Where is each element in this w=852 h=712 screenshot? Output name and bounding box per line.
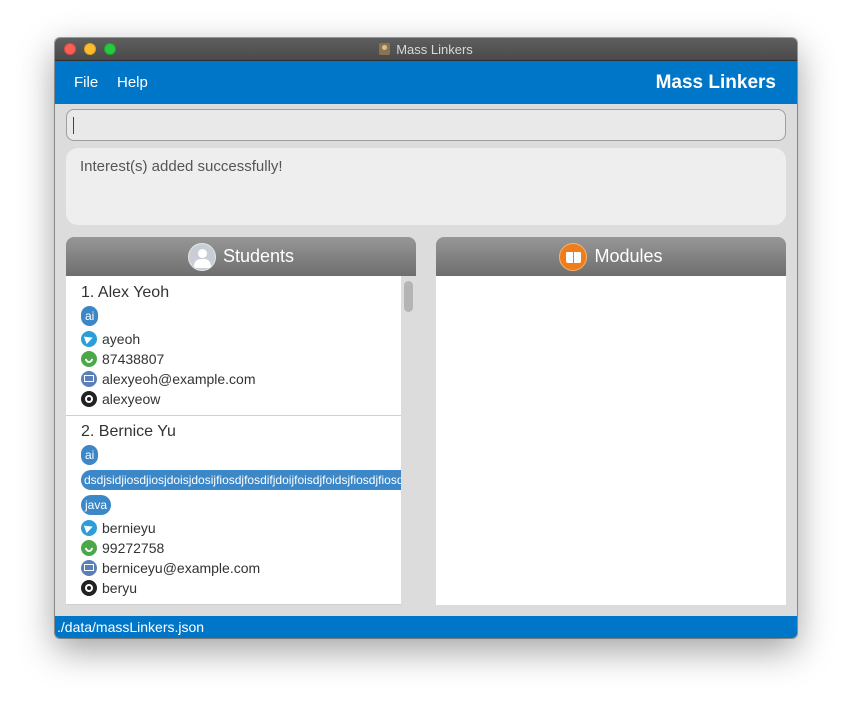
app-icon	[379, 43, 391, 55]
phone-icon	[81, 351, 97, 367]
github-username: alexyeow	[102, 391, 161, 407]
students-panel-title: Students	[222, 246, 295, 266]
result-display: Interest(s) added successfully!	[66, 148, 786, 225]
data-file-path: ./data/massLinkers.json	[57, 619, 205, 635]
modules-panel-title: Modules	[594, 246, 663, 266]
phone-row: 87438807	[81, 351, 164, 367]
title-bar: Mass Linkers	[55, 38, 797, 61]
students-panel-header: Students	[66, 237, 416, 276]
github-row: alexyeow	[81, 391, 160, 407]
text-caret	[73, 117, 74, 134]
email-address: alexyeoh@example.com	[102, 371, 256, 387]
phone-icon	[81, 540, 97, 556]
interest-tag: java	[81, 495, 112, 515]
telegram-icon	[81, 520, 97, 536]
github-icon	[81, 391, 97, 407]
scrollbar-thumb[interactable]	[404, 281, 413, 312]
telegram-row: ayeoh	[81, 331, 140, 347]
module-list[interactable]	[436, 276, 786, 605]
result-message: Interest(s) added successfully!	[80, 158, 283, 175]
github-icon	[81, 580, 97, 596]
command-input[interactable]	[66, 109, 786, 141]
student-list[interactable]: 1. Alex Yeoh ai ayeoh 87438807 alexyeoh@…	[66, 276, 416, 605]
student-name: 2. Bernice Yu	[81, 423, 176, 440]
telegram-row: bernieyu	[81, 520, 156, 536]
app-title: Mass Linkers	[655, 72, 776, 93]
interest-tag: ai	[81, 445, 99, 465]
menu-bar: File Help Mass Linkers	[55, 61, 797, 104]
email-row: berniceyu@example.com	[81, 560, 260, 576]
github-row: beryu	[81, 580, 137, 596]
modules-panel-header: Modules	[436, 237, 786, 276]
email-icon	[81, 560, 97, 576]
email-icon	[81, 371, 97, 387]
student-name: 1. Alex Yeoh	[81, 284, 170, 301]
interest-tag: dsdjsidjiosdjiosjdoisjdosijfiosdjfosdifj…	[81, 470, 401, 490]
book-icon	[559, 242, 588, 271]
interest-tag: ai	[81, 306, 99, 326]
student-icon	[187, 242, 216, 271]
student-list-scrollbar[interactable]	[401, 276, 416, 605]
email-row: alexyeoh@example.com	[81, 371, 256, 387]
phone-number: 87438807	[102, 351, 165, 367]
telegram-icon	[81, 331, 97, 347]
menu-help[interactable]: Help	[117, 74, 148, 91]
email-address: berniceyu@example.com	[102, 560, 261, 576]
telegram-handle: ayeoh	[102, 331, 141, 347]
student-card[interactable]: 1. Alex Yeoh ai ayeoh 87438807 alexyeoh@…	[66, 276, 401, 416]
menu-file[interactable]: File	[74, 74, 98, 91]
telegram-handle: bernieyu	[102, 520, 156, 536]
window-title-group: Mass Linkers	[55, 38, 797, 60]
window-title: Mass Linkers	[396, 41, 473, 57]
phone-row: 99272758	[81, 540, 164, 556]
phone-number: 99272758	[102, 540, 165, 556]
student-card[interactable]: 2. Bernice Yu ai dsdjsidjiosdjiosjdoisjd…	[66, 416, 401, 605]
app-window: Mass Linkers File Help Mass Linkers Inte…	[55, 38, 797, 638]
github-username: beryu	[102, 580, 138, 596]
status-bar: ./data/massLinkers.json	[55, 616, 797, 638]
